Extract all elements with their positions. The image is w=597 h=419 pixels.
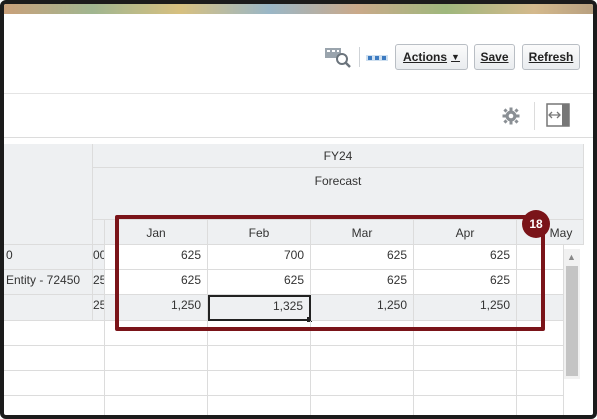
scenario-label: Forecast (314, 174, 362, 188)
column-line (208, 321, 311, 415)
scroll-thumb[interactable] (566, 266, 578, 376)
data-cell-partial: 25 (93, 270, 105, 295)
expand-panel-icon[interactable] (546, 103, 570, 127)
row-header-corner (4, 144, 93, 245)
gear-icon[interactable] (502, 107, 520, 125)
year-header: FY24 (93, 144, 584, 168)
year-label: FY24 (323, 149, 353, 163)
row-header-label: Entity - 72450 (6, 273, 81, 287)
header-banner (4, 4, 593, 14)
refresh-button[interactable]: Refresh (522, 44, 580, 70)
save-button[interactable]: Save (474, 44, 515, 70)
toolbar: Actions ▼ Save Refresh (4, 14, 593, 94)
column-line (311, 321, 414, 415)
caret-down-icon: ▼ (451, 52, 460, 62)
cell-value: 00 (93, 248, 104, 262)
column-header-partial (93, 220, 105, 245)
row-header[interactable]: Entity - 72450 (4, 270, 93, 295)
row-header[interactable] (4, 295, 93, 321)
row-header[interactable]: 0 (4, 245, 93, 270)
cell-value: 25 (93, 298, 104, 312)
callout-highlight-box (115, 215, 545, 331)
more-options-icon[interactable] (366, 52, 388, 62)
subbar-divider (534, 102, 535, 130)
search-icon[interactable] (324, 46, 352, 68)
column-line (93, 321, 105, 415)
column-line (414, 321, 517, 415)
toolbar-divider (359, 47, 360, 67)
data-cell-partial: 25 (93, 295, 105, 321)
scenario-header: Forecast (93, 168, 584, 220)
actions-button-label: Actions (403, 50, 448, 64)
row-header-label: 0 (6, 248, 13, 262)
scroll-up-arrow-icon[interactable]: ▲ (567, 252, 576, 262)
app-window: Actions ▼ Save Refresh FY24 Forecast Jan… (0, 0, 597, 419)
actions-button[interactable]: Actions ▼ (395, 44, 468, 70)
column-line (105, 321, 208, 415)
vertical-scrollbar[interactable]: ▲ (564, 249, 580, 379)
callout-badge: 18 (522, 210, 550, 238)
data-cell-partial: 00 (93, 245, 105, 270)
grid-options-bar (4, 94, 593, 138)
cell-value: 25 (93, 273, 104, 287)
column-header-label: May (549, 226, 573, 240)
